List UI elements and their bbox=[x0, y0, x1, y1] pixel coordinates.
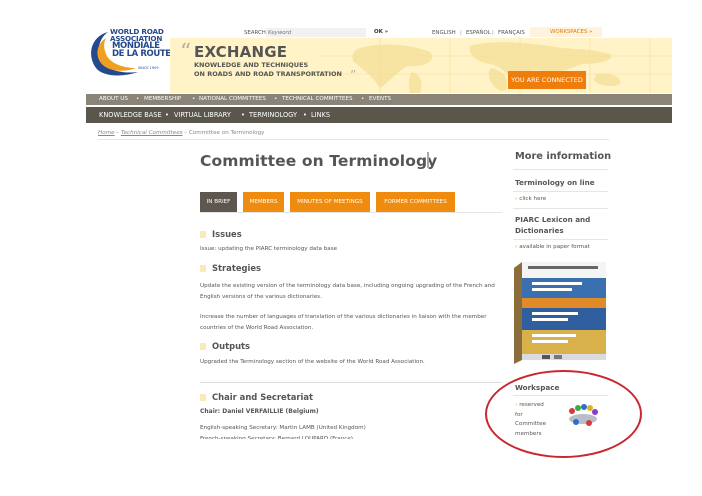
english-secretary: English-speaking Secretary: Martin LAMB … bbox=[200, 425, 366, 431]
outputs-heading: Outputs bbox=[212, 341, 251, 351]
tab-in-brief[interactable]: IN BRIEF bbox=[200, 192, 237, 212]
banner-quote-close: ” bbox=[350, 68, 357, 82]
issues-heading: Issues bbox=[212, 229, 242, 239]
nav-separator: • bbox=[192, 96, 196, 102]
nav-terminology[interactable]: TERMINOLOGY bbox=[249, 107, 297, 123]
nav-technical-committees[interactable]: TECHNICAL COMMITTEES bbox=[282, 94, 353, 105]
sidebar-divider bbox=[513, 169, 608, 170]
lang-separator: | bbox=[460, 30, 462, 36]
nav-links[interactable]: LINKS bbox=[311, 107, 330, 123]
paper-format-link[interactable]: › available in paper format bbox=[515, 244, 590, 250]
nav-membership[interactable]: MEMBERSHIP bbox=[144, 94, 181, 105]
section-bullet-icon bbox=[200, 394, 206, 401]
nav-knowledge-base[interactable]: KNOWLEDGE BASE bbox=[99, 107, 162, 123]
arrow-icon: › bbox=[515, 196, 518, 202]
wra-logo[interactable]: WORLD ROAD ASSOCIATION MONDIALE DE LA ROUT… bbox=[86, 26, 171, 78]
header-banner: “ EXCHANGE KNOWLEDGE AND TECHNIQUES ON R… bbox=[170, 38, 672, 93]
search-input[interactable] bbox=[266, 28, 366, 37]
arrow-icon: › bbox=[515, 244, 518, 250]
banner-subtitle-2: ON ROADS AND ROAD TRANSPORTATION bbox=[194, 70, 342, 78]
logo-text-line2: MONDIALE DE LA ROUTE bbox=[112, 41, 171, 59]
lang-espanol-link[interactable]: ESPAÑOL bbox=[466, 30, 491, 36]
tab-former-committees[interactable]: FORMER COMMITTEES bbox=[376, 192, 455, 212]
section-bullet-icon bbox=[200, 343, 206, 350]
chair-heading: Chair and Secretariat bbox=[212, 392, 313, 402]
terminology-online-heading: Terminology on line bbox=[515, 178, 595, 187]
nav-separator: • bbox=[274, 96, 278, 102]
annotation-circle bbox=[485, 370, 642, 458]
dictionary-book-image[interactable] bbox=[512, 260, 608, 365]
search-ok-button[interactable]: OK » bbox=[374, 29, 388, 35]
nav-separator: • bbox=[361, 96, 365, 102]
lang-separator: | bbox=[492, 30, 494, 36]
strategies-heading: Strategies bbox=[212, 263, 262, 273]
primary-nav: ABOUT US • MEMBERSHIP • NATIONAL COMMITT… bbox=[86, 94, 672, 105]
workspaces-link[interactable]: WORKSPACES » bbox=[530, 27, 602, 37]
french-secretary: French-speaking Secretary: Bernard LOUPA… bbox=[200, 436, 353, 439]
issues-text: Issue: updating the PIARC terminology da… bbox=[200, 246, 338, 252]
outputs-text: Upgraded the Terminology section of the … bbox=[200, 359, 425, 365]
breadcrumb-divider bbox=[98, 139, 609, 140]
banner-quote-open: “ bbox=[180, 40, 192, 65]
chair-name: Chair: Daniel VERFAILLIE (Belgium) bbox=[200, 408, 319, 415]
nav-separator: • bbox=[165, 111, 169, 119]
lang-english-link[interactable]: ENGLISH bbox=[432, 30, 456, 36]
banner-title: EXCHANGE bbox=[194, 43, 288, 61]
top-bar: SEARCH OK » ENGLISH | ESPAÑOL | FRANÇAIS… bbox=[226, 27, 602, 37]
nav-virtual-library[interactable]: VIRTUAL LIBRARY bbox=[174, 107, 231, 123]
nav-separator: • bbox=[303, 111, 307, 119]
secondary-nav: KNOWLEDGE BASE • VIRTUAL LIBRARY • TERMI… bbox=[86, 107, 672, 123]
page-title: Committee on Terminology bbox=[200, 152, 438, 170]
breadcrumb: Home – Technical Committees – Committee … bbox=[98, 130, 264, 136]
sidebar-divider bbox=[513, 208, 608, 209]
sidebar-divider bbox=[513, 191, 608, 192]
tab-minutes-of-meetings[interactable]: MINUTES OF MEETINGS bbox=[290, 192, 370, 212]
nav-about-us[interactable]: ABOUT US bbox=[99, 94, 128, 105]
title-divider bbox=[427, 152, 429, 168]
tabs-divider bbox=[200, 212, 502, 213]
section-divider bbox=[200, 382, 502, 383]
lexicon-heading: PIARC Lexicon and Dictionaries bbox=[515, 215, 591, 235]
logo-text-line1: WORLD ROAD ASSOCIATION bbox=[110, 27, 164, 43]
tab-members[interactable]: MEMBERS bbox=[243, 192, 284, 212]
sidebar-divider bbox=[513, 239, 608, 240]
strategies-text-2: Increase the number of languages of tran… bbox=[200, 314, 487, 331]
more-information-heading: More information bbox=[515, 151, 612, 162]
breadcrumb-home-link[interactable]: Home bbox=[98, 130, 115, 136]
breadcrumb-technical-link[interactable]: Technical Committees bbox=[121, 130, 183, 136]
nav-separator: • bbox=[136, 96, 140, 102]
breadcrumb-current: Committee on Terminology bbox=[188, 130, 265, 136]
logo-since: SINCE 1909 bbox=[138, 66, 159, 70]
section-bullet-icon bbox=[200, 265, 206, 272]
world-map-image bbox=[320, 38, 672, 93]
nav-national-committees[interactable]: NATIONAL COMMITTEES bbox=[199, 94, 266, 105]
section-bullet-icon bbox=[200, 231, 206, 238]
lang-francais-link[interactable]: FRANÇAIS bbox=[498, 30, 525, 36]
nav-events[interactable]: EVENTS bbox=[369, 94, 391, 105]
nav-separator: • bbox=[241, 111, 245, 119]
click-here-link[interactable]: › click here bbox=[515, 196, 546, 202]
banner-subtitle-1: KNOWLEDGE AND TECHNIQUES bbox=[194, 61, 309, 69]
search-label: SEARCH bbox=[244, 30, 266, 36]
strategies-text-1: Update the existing version of the termi… bbox=[200, 283, 495, 300]
connected-status-button[interactable]: YOU ARE CONNECTED bbox=[508, 71, 586, 89]
